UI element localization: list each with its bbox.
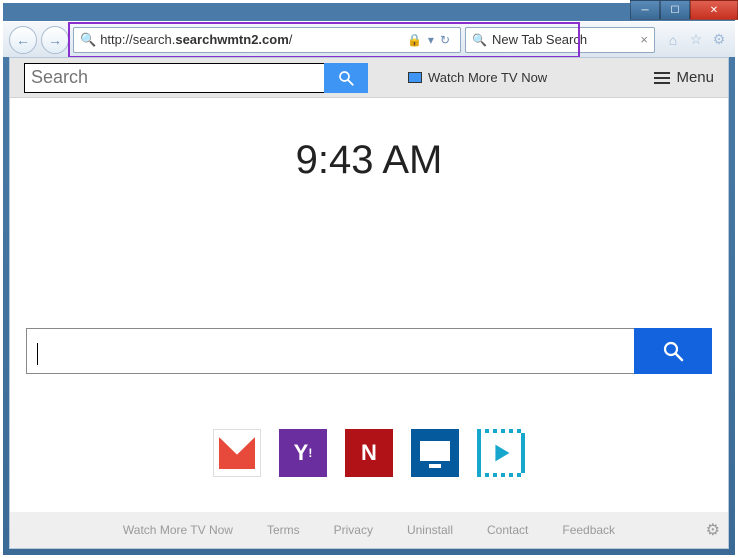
address-bar[interactable]: 🔍 http://search.searchwmtn2.com/ 🔒 ▾ ↻ [73,27,461,53]
footer-feedback-link[interactable]: Feedback [562,523,615,537]
main-search-bar [26,328,712,374]
window-maximize-button[interactable]: ☐ [660,0,690,20]
brand-label[interactable]: Watch More TV Now [408,70,547,85]
search-icon: 🔍 [472,33,487,47]
topbar-search-input[interactable] [24,63,324,93]
page-topbar: Watch More TV Now Menu [10,58,728,98]
netflix-tile[interactable]: N [345,429,393,477]
hamburger-icon [654,72,670,84]
footer-terms-link[interactable]: Terms [267,523,300,537]
search-icon [337,69,355,87]
main-search-input[interactable] [26,328,634,374]
browser-tab[interactable]: 🔍 New Tab Search × [465,27,655,53]
footer-contact-link[interactable]: Contact [487,523,528,537]
back-button[interactable]: ← [9,26,37,54]
video-tile[interactable] [477,429,525,477]
page-content: Watch More TV Now Menu 9:43 AM Y! N Watc… [9,57,729,549]
footer-gear-icon[interactable]: ⚙ [706,520,720,540]
window-titlebar: ─ ☐ ✕ [3,3,735,21]
tv-tile[interactable] [411,429,459,477]
clock-display: 9:43 AM [10,138,728,183]
footer-brand-link[interactable]: Watch More TV Now [123,523,233,537]
search-icon: 🔍 [80,32,96,48]
tv-icon [408,72,422,83]
menu-button[interactable]: Menu [654,69,714,86]
dropdown-icon[interactable]: ▾ [428,33,434,47]
page-footer: Watch More TV Now Terms Privacy Uninstal… [10,512,728,548]
tab-close-button[interactable]: × [640,32,648,47]
favorites-icon[interactable]: ☆ [686,30,706,50]
yahoo-tile[interactable]: Y! [279,429,327,477]
footer-uninstall-link[interactable]: Uninstall [407,523,453,537]
refresh-button[interactable]: ↻ [440,33,450,47]
topbar-search-button[interactable] [324,63,368,93]
footer-privacy-link[interactable]: Privacy [334,523,373,537]
url-text: http://search.searchwmtn2.com/ [100,32,292,47]
lock-icon: 🔒 [407,33,422,47]
search-icon [661,339,685,363]
forward-button[interactable]: → [41,26,69,54]
browser-toolbar: ← → 🔍 http://search.searchwmtn2.com/ 🔒 ▾… [3,21,735,57]
gmail-tile[interactable] [213,429,261,477]
main-search-button[interactable] [634,328,712,374]
home-icon[interactable]: ⌂ [663,30,683,50]
settings-gear-icon[interactable]: ⚙ [709,30,729,50]
quick-links: Y! N [10,429,728,477]
window-minimize-button[interactable]: ─ [630,0,660,20]
tab-title: New Tab Search [492,32,635,47]
window-close-button[interactable]: ✕ [690,0,738,20]
